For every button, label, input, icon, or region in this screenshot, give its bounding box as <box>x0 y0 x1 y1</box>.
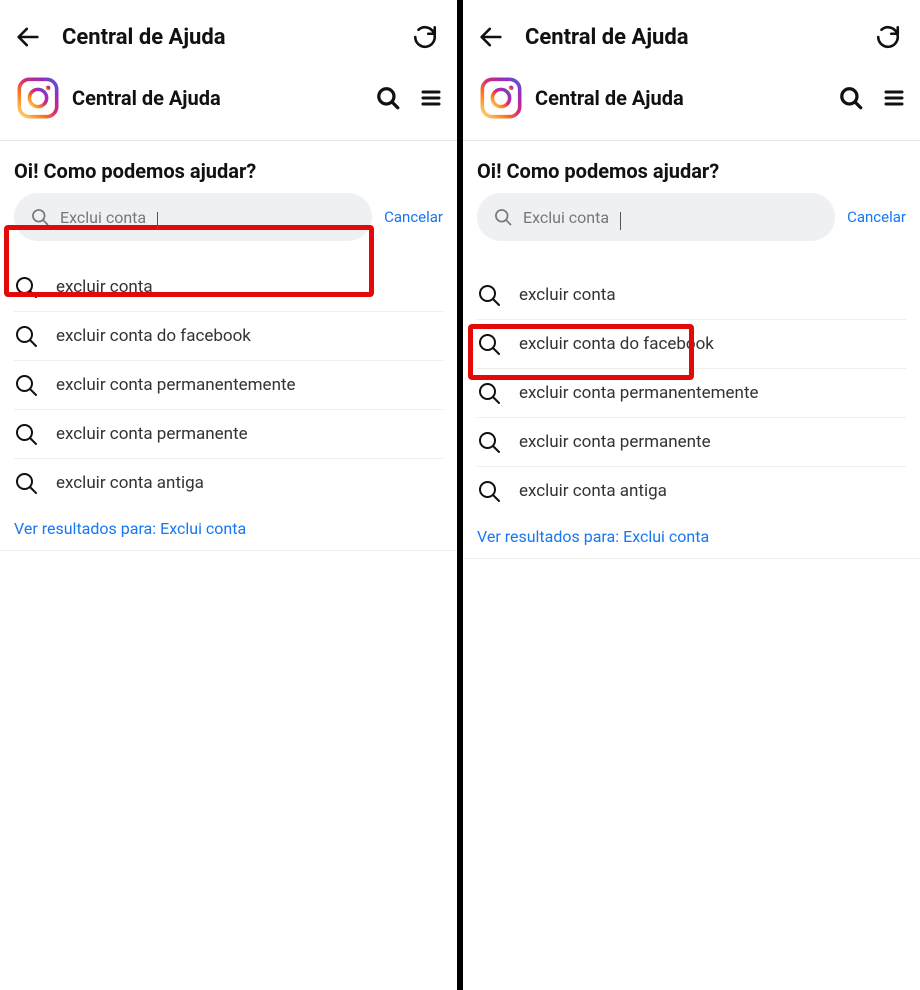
brandbar-actions <box>375 85 443 111</box>
instagram-icon <box>478 75 524 121</box>
search-query-text: Exclui conta <box>60 208 146 227</box>
search-icon <box>493 207 513 227</box>
see-all-results-link[interactable]: Ver resultados para: Exclui conta <box>0 507 457 551</box>
instagram-logo <box>14 74 62 122</box>
topbar: Central de Ajuda <box>463 0 920 70</box>
suggestion-text: excluir conta antiga <box>519 481 906 501</box>
brand-title: Central de Ajuda <box>525 86 838 110</box>
page-title: Central de Ajuda <box>509 25 870 50</box>
reload-button[interactable] <box>407 19 443 55</box>
brand-search-button[interactable] <box>838 85 864 111</box>
suggestion-text: excluir conta permanentemente <box>519 383 906 403</box>
search-icon <box>477 430 501 454</box>
search-icon <box>477 332 501 356</box>
suggestion-text: excluir conta antiga <box>56 473 443 493</box>
page-title: Central de Ajuda <box>46 25 407 50</box>
suggestion-text: excluir conta do facebook <box>56 326 443 346</box>
search-icon <box>838 85 864 111</box>
help-heading: Oi! Como podemos ajudar? <box>0 141 457 193</box>
brand-search-button[interactable] <box>375 85 401 111</box>
search-row: Exclui conta Cancelar <box>0 193 457 241</box>
search-row: Exclui conta Cancelar <box>463 193 920 241</box>
suggestion-text: excluir conta permanente <box>56 424 443 444</box>
menu-button[interactable] <box>882 86 906 110</box>
right-screenshot: Central de Ajuda <box>463 0 920 990</box>
suggestion-item[interactable]: excluir conta do facebook <box>14 312 443 361</box>
suggestion-text: excluir conta <box>519 285 906 305</box>
search-icon <box>375 85 401 111</box>
cancel-search-button[interactable]: Cancelar <box>843 208 906 226</box>
brandbar-actions <box>838 85 906 111</box>
hamburger-icon <box>419 86 443 110</box>
suggestion-item[interactable]: excluir conta permanente <box>14 410 443 459</box>
search-icon <box>477 381 501 405</box>
see-results-term: Exclui conta <box>160 519 246 538</box>
suggestion-item[interactable]: excluir conta <box>477 279 906 320</box>
brandbar: Central de Ajuda <box>0 70 457 141</box>
brandbar: Central de Ajuda <box>463 70 920 141</box>
search-icon <box>14 422 38 446</box>
search-icon <box>14 471 38 495</box>
see-results-prefix: Ver resultados para: <box>14 519 160 538</box>
brand-title: Central de Ajuda <box>62 86 375 110</box>
suggestion-text: excluir conta permanentemente <box>56 375 443 395</box>
search-icon <box>14 275 38 299</box>
arrow-left-icon <box>477 23 505 51</box>
help-heading: Oi! Como podemos ajudar? <box>463 141 920 193</box>
see-results-term: Exclui conta <box>623 527 709 546</box>
instagram-icon <box>15 75 61 121</box>
search-icon <box>477 283 501 307</box>
reload-button[interactable] <box>870 19 906 55</box>
search-icon <box>14 324 38 348</box>
search-query-text: Exclui conta <box>523 208 609 227</box>
suggestion-item[interactable]: excluir conta <box>14 271 443 312</box>
search-input[interactable]: Exclui conta <box>477 193 835 241</box>
text-caret <box>157 212 158 230</box>
suggestion-item[interactable]: excluir conta antiga <box>14 459 443 507</box>
suggestion-item[interactable]: excluir conta permanentemente <box>477 369 906 418</box>
back-button[interactable] <box>10 19 46 55</box>
reload-icon <box>412 24 438 50</box>
see-all-results-link[interactable]: Ver resultados para: Exclui conta <box>463 515 920 559</box>
reload-icon <box>875 24 901 50</box>
menu-button[interactable] <box>419 86 443 110</box>
instagram-logo <box>477 74 525 122</box>
search-icon <box>477 479 501 503</box>
search-icon <box>14 373 38 397</box>
hamburger-icon <box>882 86 906 110</box>
arrow-left-icon <box>14 23 42 51</box>
suggestion-item[interactable]: excluir conta permanente <box>477 418 906 467</box>
suggestion-item[interactable]: excluir conta permanentemente <box>14 361 443 410</box>
suggestions-list: excluir conta excluir conta do facebook … <box>463 241 920 515</box>
suggestion-text: excluir conta <box>56 277 443 297</box>
suggestion-text: excluir conta do facebook <box>519 334 906 354</box>
suggestions-list: excluir conta excluir conta do facebook … <box>0 241 457 507</box>
suggestion-text: excluir conta permanente <box>519 432 906 452</box>
suggestion-item[interactable]: excluir conta antiga <box>477 467 906 515</box>
text-caret <box>620 212 621 230</box>
left-screenshot: Central de Ajuda <box>0 0 457 990</box>
back-button[interactable] <box>473 19 509 55</box>
search-icon <box>30 207 50 227</box>
search-input[interactable]: Exclui conta <box>14 193 372 241</box>
see-results-prefix: Ver resultados para: <box>477 527 623 546</box>
topbar: Central de Ajuda <box>0 0 457 70</box>
suggestion-item[interactable]: excluir conta do facebook <box>477 320 906 369</box>
cancel-search-button[interactable]: Cancelar <box>380 208 443 226</box>
